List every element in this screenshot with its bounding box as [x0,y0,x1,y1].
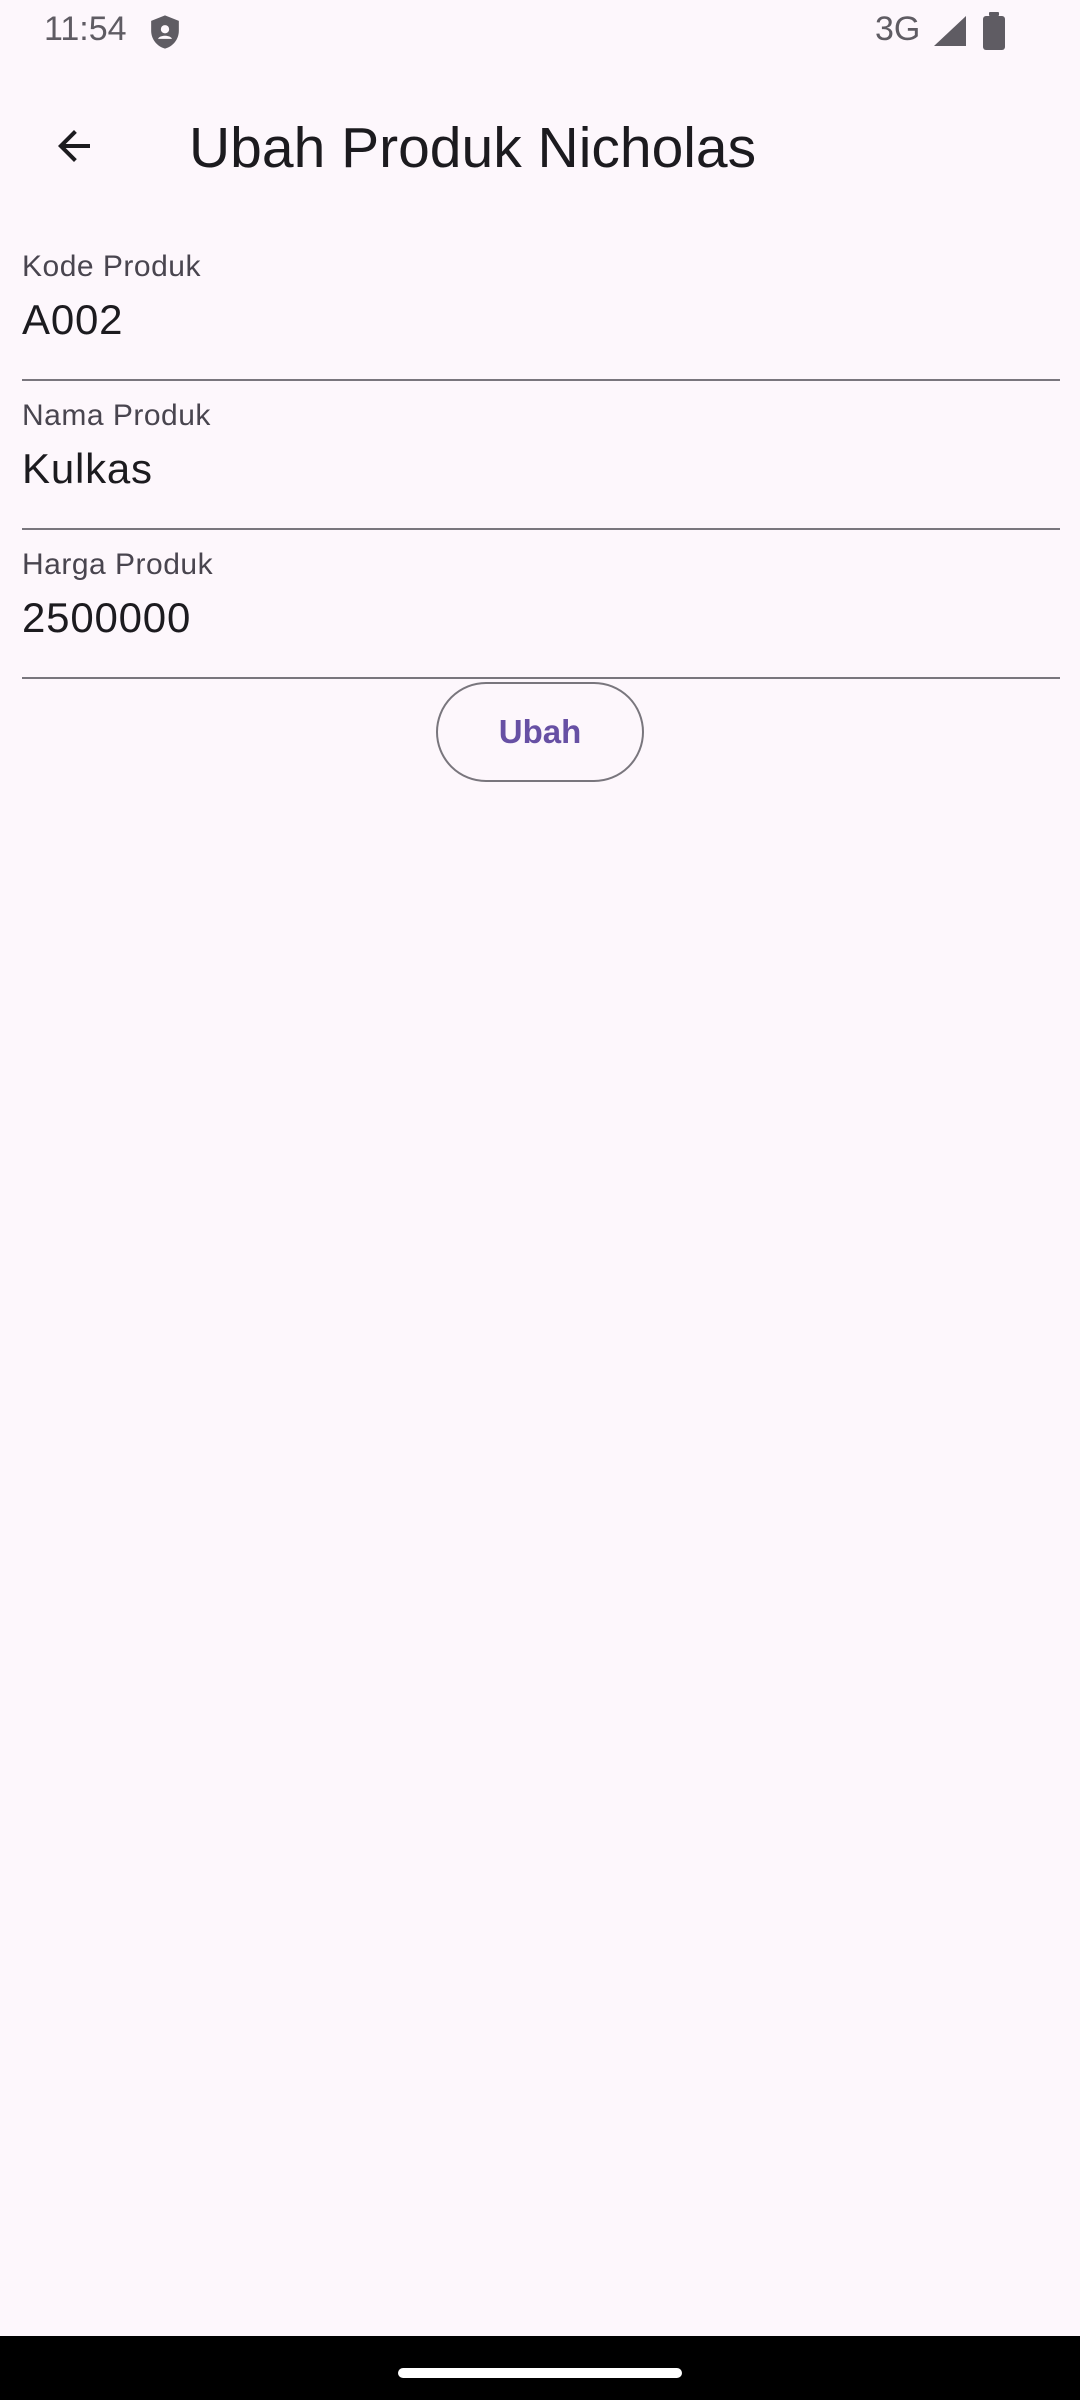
product-form: Kode Produk A002 Nama Produk Kulkas Harg… [22,232,1060,679]
page-title: Ubah Produk Nicholas [189,116,757,180]
product-price-field[interactable]: Harga Produk 2500000 [22,530,1060,679]
product-code-input[interactable]: A002 [22,296,123,344]
product-code-field[interactable]: Kode Produk A002 [22,232,1060,381]
app-bar: Ubah Produk Nicholas [0,62,1080,210]
product-price-input[interactable]: 2500000 [22,594,191,642]
product-name-field[interactable]: Nama Produk Kulkas [22,381,1060,530]
product-price-label: Harga Produk [22,548,214,581]
back-button[interactable] [26,100,122,196]
submit-row: Ubah [0,682,1080,782]
status-bar: 11:54 3G [0,0,1080,62]
arrow-back-icon [50,122,98,175]
product-name-input[interactable]: Kulkas [22,445,153,493]
system-navigation-bar [0,2336,1080,2400]
shield-icon [148,14,182,50]
update-button[interactable]: Ubah [436,682,644,782]
network-type-label: 3G [875,10,921,48]
product-code-label: Kode Produk [22,250,201,283]
product-name-label: Nama Produk [22,399,211,432]
status-time: 11:54 [44,10,127,48]
signal-icon [932,14,968,48]
home-gesture-handle[interactable] [398,2368,682,2378]
battery-icon [982,12,1006,50]
